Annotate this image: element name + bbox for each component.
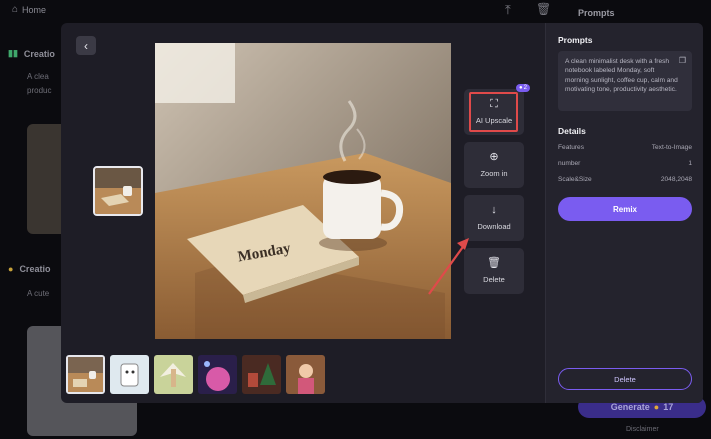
thumbnail-strip: [66, 355, 325, 395]
background-prompts-title: Prompts: [578, 8, 615, 18]
upload-icon[interactable]: ⤒: [505, 2, 511, 18]
prompt-text: A clean minimalist desk with a fresh not…: [565, 58, 678, 94]
trash-icon: 🗑: [487, 257, 501, 269]
home-label: Home: [22, 4, 47, 15]
credit-icon: ●: [519, 85, 523, 91]
thumbnail-angel[interactable]: [154, 355, 193, 394]
copy-icon[interactable]: ❐: [679, 56, 686, 65]
zoom-in-button[interactable]: ⊕ Zoom in: [464, 142, 524, 188]
thumbnail-planet[interactable]: [198, 355, 237, 394]
highlight-box: [469, 92, 518, 132]
disclaimer-link[interactable]: Disclaimer: [626, 426, 659, 433]
home-icon: ⌂: [12, 4, 19, 15]
credit-badge: ● 2: [516, 84, 530, 92]
details-panel: Prompts A clean minimalist desk with a f…: [545, 23, 703, 403]
creation-header-2: ● Creatio: [8, 264, 51, 274]
coin-icon: ●: [653, 402, 660, 412]
selected-thumbnail[interactable]: [93, 166, 143, 216]
detail-row-scale-size: Scale&Size 2048,2048: [558, 176, 692, 183]
trash-icon[interactable]: 🗑: [536, 2, 551, 16]
creation-text-1b: produc: [27, 86, 52, 95]
creation-icon: ●: [8, 264, 14, 274]
delete-button[interactable]: Delete: [558, 368, 692, 390]
details-title: Details: [558, 126, 586, 136]
chevron-left-icon: ‹: [84, 38, 88, 53]
chart-icon: ▮▮: [8, 48, 18, 58]
download-icon: ↓: [491, 204, 497, 216]
thumbnail-portrait[interactable]: [286, 355, 325, 394]
desk-scene-art: Monday: [155, 43, 451, 339]
main-image: Monday: [155, 43, 451, 339]
detail-row-features: Features Text-to-Image: [558, 144, 692, 151]
creation-text-1a: A clea: [27, 72, 49, 81]
image-viewer-modal: ‹ Monday ⛶ AI Upscale ● 2 ⊕ Zoom in ↓ Do…: [61, 23, 703, 403]
creation-header-1: ▮▮ Creatio: [8, 48, 55, 59]
thumbnail-christmas[interactable]: [242, 355, 281, 394]
home-link[interactable]: ⌂ Home: [12, 4, 46, 15]
prompt-box: A clean minimalist desk with a fresh not…: [558, 51, 692, 111]
prompts-title: Prompts: [558, 35, 593, 45]
creation-text-2: A cute: [27, 289, 50, 298]
annotation-arrow: [428, 238, 469, 295]
detail-row-number: number 1: [558, 160, 692, 167]
app-root: ⌂ Home ⤒ 🗑 Prompts ▮▮ Creatio A clea pro…: [0, 0, 711, 439]
zoom-in-icon: ⊕: [489, 151, 499, 163]
ai-upscale-button[interactable]: ⛶ AI Upscale ● 2: [464, 84, 530, 135]
desk-thumbnail-art: [95, 168, 141, 214]
thumbnail-desk[interactable]: [66, 355, 105, 394]
thumbnail-cartoon[interactable]: [110, 355, 149, 394]
background-header: ⌂ Home ⤒ 🗑 Prompts: [0, 0, 711, 22]
remix-button[interactable]: Remix: [558, 197, 692, 221]
back-button[interactable]: ‹: [76, 36, 96, 55]
